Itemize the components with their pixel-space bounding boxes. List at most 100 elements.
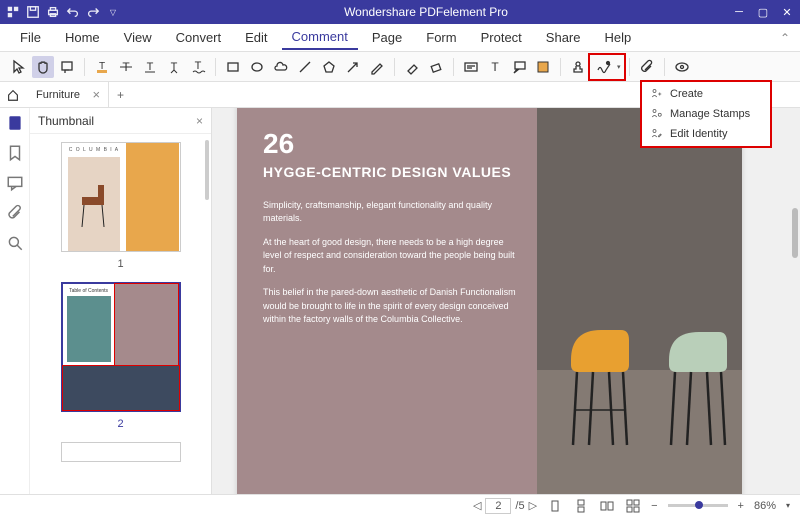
thumbnail-rail-icon[interactable] xyxy=(6,114,24,132)
view-continuous-icon[interactable] xyxy=(573,498,589,514)
qat-dropdown-icon[interactable]: ▽ xyxy=(106,5,120,19)
app-logo-icon xyxy=(6,5,20,19)
tab-close-icon[interactable]: × xyxy=(92,87,100,102)
strikethrough-icon[interactable]: T xyxy=(115,56,137,78)
menu-item-label: Create xyxy=(670,88,703,100)
zoom-in-button[interactable]: + xyxy=(738,500,744,512)
green-chair-icon xyxy=(654,290,764,450)
thumb-logo: C O L U M B I A xyxy=(62,143,127,157)
yellow-chair-icon xyxy=(551,290,671,450)
menu-help[interactable]: Help xyxy=(595,26,642,49)
print-icon[interactable] xyxy=(46,5,60,19)
oval-icon[interactable] xyxy=(246,56,268,78)
view-grid-icon[interactable] xyxy=(625,498,641,514)
redo-icon[interactable] xyxy=(86,5,100,19)
menu-form[interactable]: Form xyxy=(416,26,466,49)
app-title: Wondershare PDFelement Pro xyxy=(120,5,732,19)
polygon-icon[interactable] xyxy=(318,56,340,78)
tab-label: Furniture xyxy=(36,89,80,101)
caret-icon[interactable]: T xyxy=(163,56,185,78)
menu-item-label: Manage Stamps xyxy=(670,108,750,120)
comment-rail-icon[interactable] xyxy=(6,174,24,192)
svg-text:T: T xyxy=(171,61,178,73)
note-tool-icon[interactable] xyxy=(56,56,78,78)
bookmark-rail-icon[interactable] xyxy=(6,144,24,162)
page-total: /5 xyxy=(515,500,524,512)
hand-tool-icon[interactable] xyxy=(32,56,54,78)
signature-dropdown-menu: Create Manage Stamps Edit Identity xyxy=(640,80,772,148)
content-p2: At the heart of good design, there needs… xyxy=(263,236,517,277)
zoom-value: 86% xyxy=(754,500,776,512)
save-icon[interactable] xyxy=(26,5,40,19)
textbox-icon[interactable] xyxy=(460,56,482,78)
rectangle-icon[interactable] xyxy=(222,56,244,78)
zoom-out-button[interactable]: − xyxy=(651,500,657,512)
thumbnail-page-1[interactable]: C O L U M B I A xyxy=(61,142,181,252)
callout-icon[interactable] xyxy=(508,56,530,78)
menu-create-signature[interactable]: Create xyxy=(642,84,770,104)
undo-icon[interactable] xyxy=(66,5,80,19)
menu-comment[interactable]: Comment xyxy=(282,25,358,50)
page-input[interactable]: 2 xyxy=(485,498,511,514)
panel-title: Thumbnail xyxy=(38,114,94,128)
ribbon-collapse-icon[interactable]: ⌃ xyxy=(780,31,790,45)
menu-manage-stamps[interactable]: Manage Stamps xyxy=(642,104,770,124)
thumb-toc: Table of Contents xyxy=(67,288,111,294)
minimize-icon[interactable]: ─ xyxy=(732,5,746,19)
highlight-icon[interactable]: T xyxy=(91,56,113,78)
new-tab-button[interactable]: + xyxy=(109,88,132,102)
cloud-icon[interactable] xyxy=(270,56,292,78)
menu-edit[interactable]: Edit xyxy=(235,26,277,49)
pencil-icon[interactable] xyxy=(366,56,388,78)
thumbnail-page-2[interactable]: Table of Contents xyxy=(61,282,181,412)
panel-scrollbar[interactable] xyxy=(205,140,209,200)
menu-convert[interactable]: Convert xyxy=(166,26,232,49)
eraser-rect-icon[interactable] xyxy=(425,56,447,78)
home-tab-icon[interactable] xyxy=(0,88,26,102)
maximize-icon[interactable]: ▢ xyxy=(756,5,770,19)
search-rail-icon[interactable] xyxy=(6,234,24,252)
menu-edit-identity[interactable]: Edit Identity xyxy=(642,124,770,144)
signature-dropdown-icon[interactable]: ▾ xyxy=(617,63,621,71)
thumb-label-2: 2 xyxy=(54,418,187,430)
view-single-icon[interactable] xyxy=(547,498,563,514)
menu-bar: File Home View Convert Edit Comment Page… xyxy=(0,24,800,52)
zoom-slider[interactable] xyxy=(668,504,728,507)
eraser-icon[interactable] xyxy=(401,56,423,78)
typewriter-icon[interactable]: T xyxy=(484,56,506,78)
next-page-icon[interactable]: ▷ xyxy=(529,499,537,512)
menu-view[interactable]: View xyxy=(114,26,162,49)
panel-close-icon[interactable]: × xyxy=(196,114,203,128)
show-comments-icon[interactable] xyxy=(671,56,693,78)
zoom-dropdown-icon[interactable]: ▾ xyxy=(786,501,790,510)
attachment-rail-icon[interactable] xyxy=(6,204,24,222)
thumbnail-page-3[interactable] xyxy=(61,442,181,462)
menu-share[interactable]: Share xyxy=(536,26,591,49)
signature-icon[interactable] xyxy=(593,56,615,78)
stamp-icon[interactable] xyxy=(567,56,589,78)
arrow-icon[interactable] xyxy=(342,56,364,78)
view-two-page-icon[interactable] xyxy=(599,498,615,514)
menu-file[interactable]: File xyxy=(10,26,51,49)
document-canvas[interactable]: 26 HYGGE-CENTRIC DESIGN VALUES Simplicit… xyxy=(212,108,800,494)
underline-icon[interactable]: T xyxy=(139,56,161,78)
side-rail xyxy=(0,108,30,494)
select-tool-icon[interactable] xyxy=(8,56,30,78)
squiggly-icon[interactable]: T xyxy=(187,56,209,78)
close-icon[interactable]: ✕ xyxy=(780,5,794,19)
attachment-icon[interactable] xyxy=(636,56,658,78)
menu-page[interactable]: Page xyxy=(362,26,412,49)
line-icon[interactable] xyxy=(294,56,316,78)
prev-page-icon[interactable]: ◁ xyxy=(473,499,481,512)
status-bar: ◁ 2 /5 ▷ − + 86% ▾ xyxy=(0,494,800,516)
area-highlight-icon[interactable] xyxy=(532,56,554,78)
menu-protect[interactable]: Protect xyxy=(471,26,532,49)
content-p1: Simplicity, craftsmanship, elegant funct… xyxy=(263,199,517,226)
svg-text:T: T xyxy=(195,60,202,72)
thumbnail-panel: Thumbnail × C O L U M B I A 1 Table of C… xyxy=(30,108,212,494)
title-bar: ▽ Wondershare PDFelement Pro ─ ▢ ✕ xyxy=(0,0,800,24)
menu-home[interactable]: Home xyxy=(55,26,110,49)
canvas-scrollbar[interactable] xyxy=(792,208,798,258)
document-tab[interactable]: Furniture × xyxy=(26,82,109,107)
comment-toolbar: T T T T T T ▾ xyxy=(0,52,800,82)
